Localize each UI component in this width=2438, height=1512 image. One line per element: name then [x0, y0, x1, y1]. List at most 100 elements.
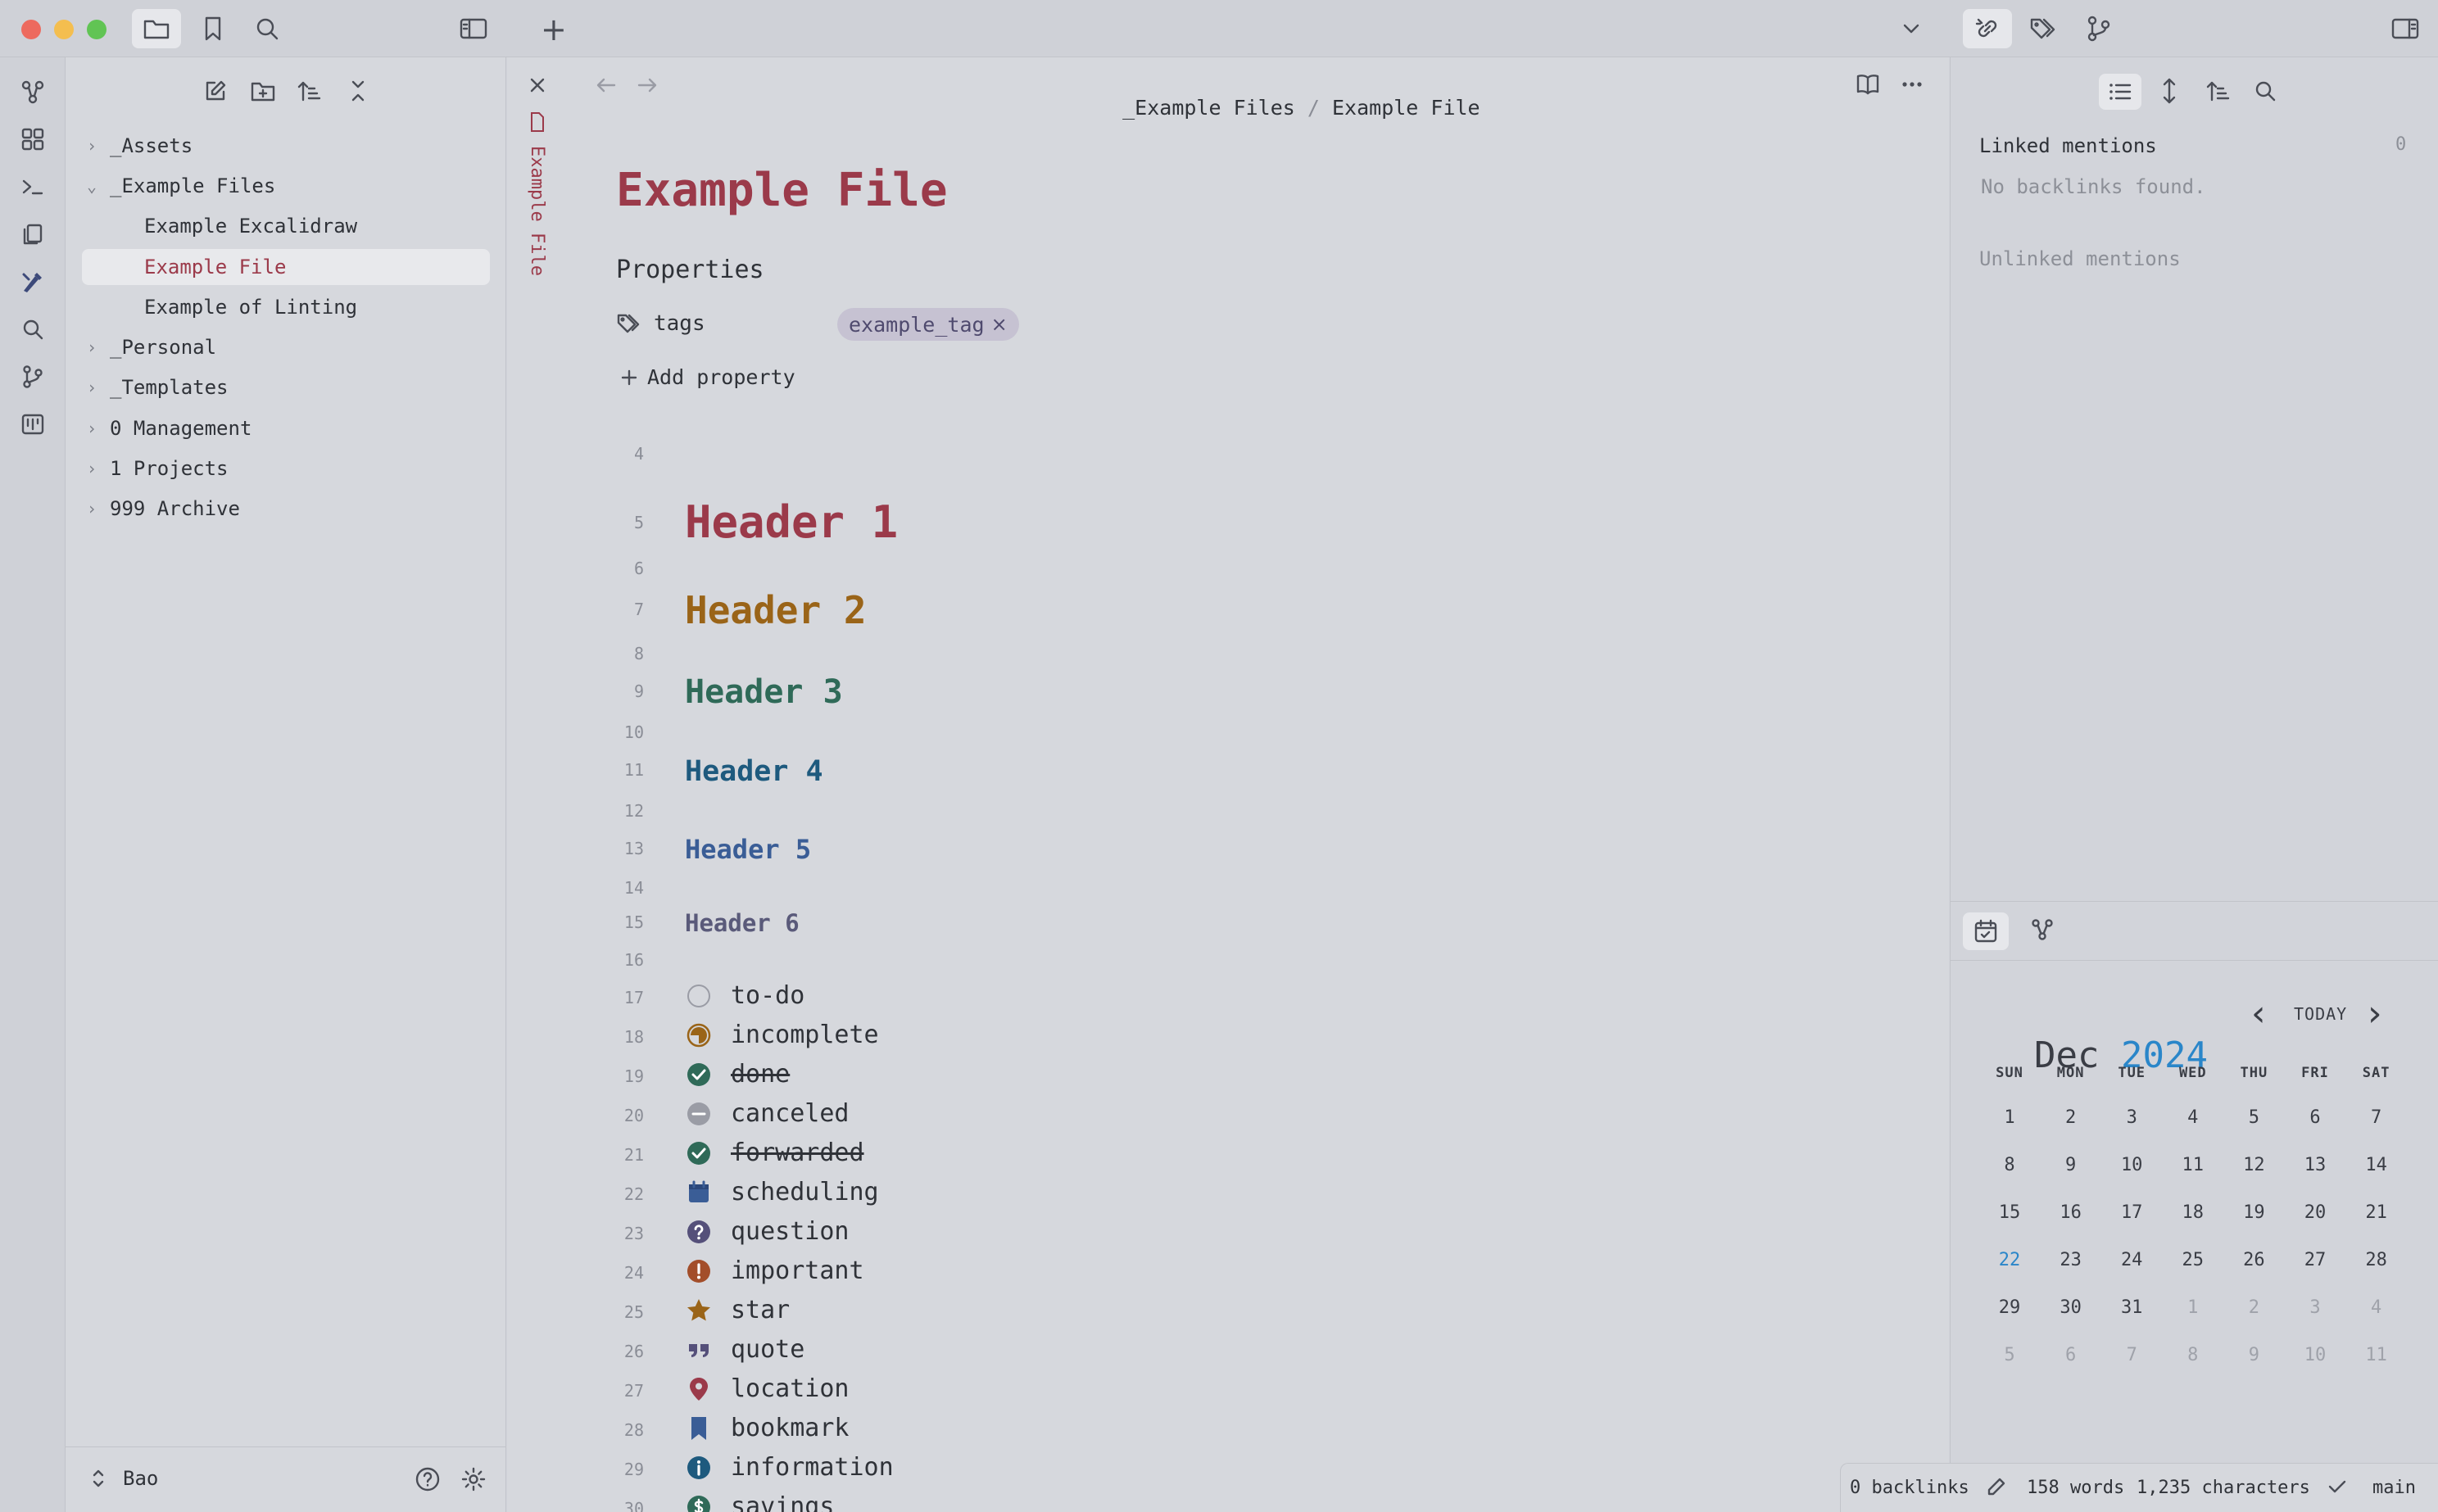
calendar-day[interactable]: 5: [1980, 1345, 2039, 1365]
calendar-day[interactable]: 28: [2347, 1250, 2406, 1270]
calendar-prev-button[interactable]: ‹: [2251, 996, 2266, 1032]
header-1[interactable]: Header 1: [685, 496, 898, 548]
calendar-day[interactable]: 20: [2286, 1202, 2345, 1223]
calendar-day[interactable]: 11: [2164, 1155, 2223, 1175]
check-circle-icon[interactable]: [686, 1062, 712, 1088]
star-icon[interactable]: [686, 1297, 712, 1324]
edit-mode-button[interactable]: [1986, 1476, 2007, 1497]
expand-button[interactable]: [2158, 77, 2181, 105]
calendar-day[interactable]: 2: [2224, 1297, 2283, 1318]
calendar-day[interactable]: 24: [2102, 1250, 2161, 1270]
calendar-day[interactable]: 7: [2102, 1345, 2161, 1365]
status-backlinks[interactable]: 0 backlinks: [1850, 1478, 1969, 1498]
tree-folder-assets[interactable]: › _Assets: [82, 127, 193, 165]
calendar-day[interactable]: 29: [1980, 1297, 2039, 1318]
more-options-button[interactable]: [1899, 72, 1925, 97]
breadcrumb-file[interactable]: Example File: [1332, 96, 1480, 120]
calendar-day[interactable]: 12: [2224, 1155, 2283, 1175]
new-folder-button[interactable]: [250, 79, 276, 103]
task-item[interactable]: done: [685, 1060, 790, 1089]
calendar-day[interactable]: 8: [1980, 1155, 2039, 1175]
minimize-window-button[interactable]: [54, 20, 74, 39]
graph-view-button[interactable]: [13, 72, 52, 111]
calendar-day[interactable]: 11: [2347, 1345, 2406, 1365]
task-item[interactable]: star: [685, 1296, 790, 1324]
canvas-button[interactable]: [13, 120, 52, 159]
excalidraw-button[interactable]: [13, 262, 52, 301]
remove-tag-icon[interactable]: ×: [991, 313, 1008, 336]
calendar-day[interactable]: 22: [1980, 1250, 2039, 1270]
calendar-day[interactable]: 14: [2347, 1155, 2406, 1175]
tree-folder-projects[interactable]: › 1 Projects: [82, 450, 229, 487]
search-backlinks-button[interactable]: [2253, 79, 2277, 103]
task-item[interactable]: to-do: [685, 981, 804, 1010]
header-4[interactable]: Header 4: [685, 755, 823, 788]
list-view-button[interactable]: [2099, 74, 2141, 110]
calendar-day[interactable]: 4: [2164, 1107, 2223, 1128]
toggle-right-sidebar-button[interactable]: [2381, 9, 2430, 48]
task-item[interactable]: incomplete: [685, 1021, 879, 1049]
calendar-next-button[interactable]: ›: [2368, 996, 2382, 1032]
dollar-icon[interactable]: [686, 1494, 712, 1512]
header-3[interactable]: Header 3: [685, 673, 843, 711]
task-item[interactable]: location: [685, 1374, 850, 1403]
search-tab-button[interactable]: [242, 9, 292, 48]
calendar-day[interactable]: 10: [2286, 1345, 2345, 1365]
calendar-day[interactable]: 17: [2102, 1202, 2161, 1223]
linked-mentions-heading[interactable]: Linked mentions: [1979, 134, 2157, 157]
bookmark-icon[interactable]: [688, 1415, 709, 1442]
git-branch-name[interactable]: main: [2372, 1478, 2416, 1498]
header-6[interactable]: Header 6: [685, 909, 800, 937]
info-icon[interactable]: [686, 1455, 712, 1481]
exclamation-icon[interactable]: [686, 1258, 712, 1284]
calendar-day[interactable]: 30: [2041, 1297, 2100, 1318]
calendar-day[interactable]: 3: [2102, 1107, 2161, 1128]
breadcrumb-folder[interactable]: _Example Files: [1122, 96, 1295, 120]
calendar-day[interactable]: 31: [2102, 1297, 2161, 1318]
calendar-tab-button[interactable]: [1963, 912, 2009, 950]
templates-button[interactable]: [13, 215, 52, 254]
task-item[interactable]: canceled: [685, 1099, 850, 1128]
tree-folder-example-files[interactable]: ⌄ _Example Files: [82, 167, 275, 205]
header-5[interactable]: Header 5: [685, 834, 811, 865]
calendar-day[interactable]: 2: [2041, 1107, 2100, 1128]
calendar-day[interactable]: 25: [2164, 1250, 2223, 1270]
settings-button[interactable]: [460, 1466, 487, 1492]
task-item[interactable]: scheduling: [685, 1178, 879, 1206]
files-tab-button[interactable]: [132, 9, 181, 48]
calendar-day[interactable]: 13: [2286, 1155, 2345, 1175]
calendar-day[interactable]: 15: [1980, 1202, 2039, 1223]
zoom-window-button[interactable]: [87, 20, 106, 39]
close-window-button[interactable]: [21, 20, 41, 39]
calendar-day[interactable]: 5: [2224, 1107, 2283, 1128]
back-button[interactable]: [595, 75, 618, 95]
calendar-day[interactable]: 23: [2041, 1250, 2100, 1270]
tree-file-example-of-linting[interactable]: Example of Linting: [82, 289, 490, 325]
new-tab-button[interactable]: +: [541, 11, 567, 48]
tree-folder-personal[interactable]: › _Personal: [82, 328, 216, 366]
question-icon[interactable]: [686, 1219, 712, 1245]
calendar-day[interactable]: 27: [2286, 1250, 2345, 1270]
close-tab-button[interactable]: [528, 75, 547, 95]
calendar-day[interactable]: 19: [2224, 1202, 2283, 1223]
kanban-button[interactable]: [13, 405, 52, 444]
calendar-day[interactable]: 1: [2164, 1297, 2223, 1318]
reading-view-button[interactable]: [1855, 72, 1881, 97]
vertical-tab-title[interactable]: Example File: [527, 146, 547, 276]
task-item[interactable]: bookmark: [685, 1414, 850, 1442]
check-circle-icon[interactable]: [686, 1140, 712, 1166]
task-item[interactable]: quote: [685, 1335, 804, 1364]
minus-circle-icon[interactable]: [686, 1101, 712, 1127]
add-property-button[interactable]: Add property: [619, 365, 795, 389]
unlinked-mentions-heading[interactable]: Unlinked mentions: [1979, 247, 2181, 270]
tree-folder-archive[interactable]: › 999 Archive: [82, 490, 240, 527]
calendar-day[interactable]: 4: [2347, 1297, 2406, 1318]
tree-file-example-file[interactable]: Example File: [82, 249, 490, 285]
tree-file-example-excalidraw[interactable]: Example Excalidraw: [82, 208, 490, 244]
calendar-today-button[interactable]: TODAY: [2294, 1004, 2347, 1024]
git-button[interactable]: [13, 357, 52, 396]
tags-tab-button[interactable]: [2019, 9, 2068, 48]
search-button[interactable]: [13, 310, 52, 349]
collapse-all-button[interactable]: [346, 79, 370, 103]
calendar-day[interactable]: 9: [2041, 1155, 2100, 1175]
